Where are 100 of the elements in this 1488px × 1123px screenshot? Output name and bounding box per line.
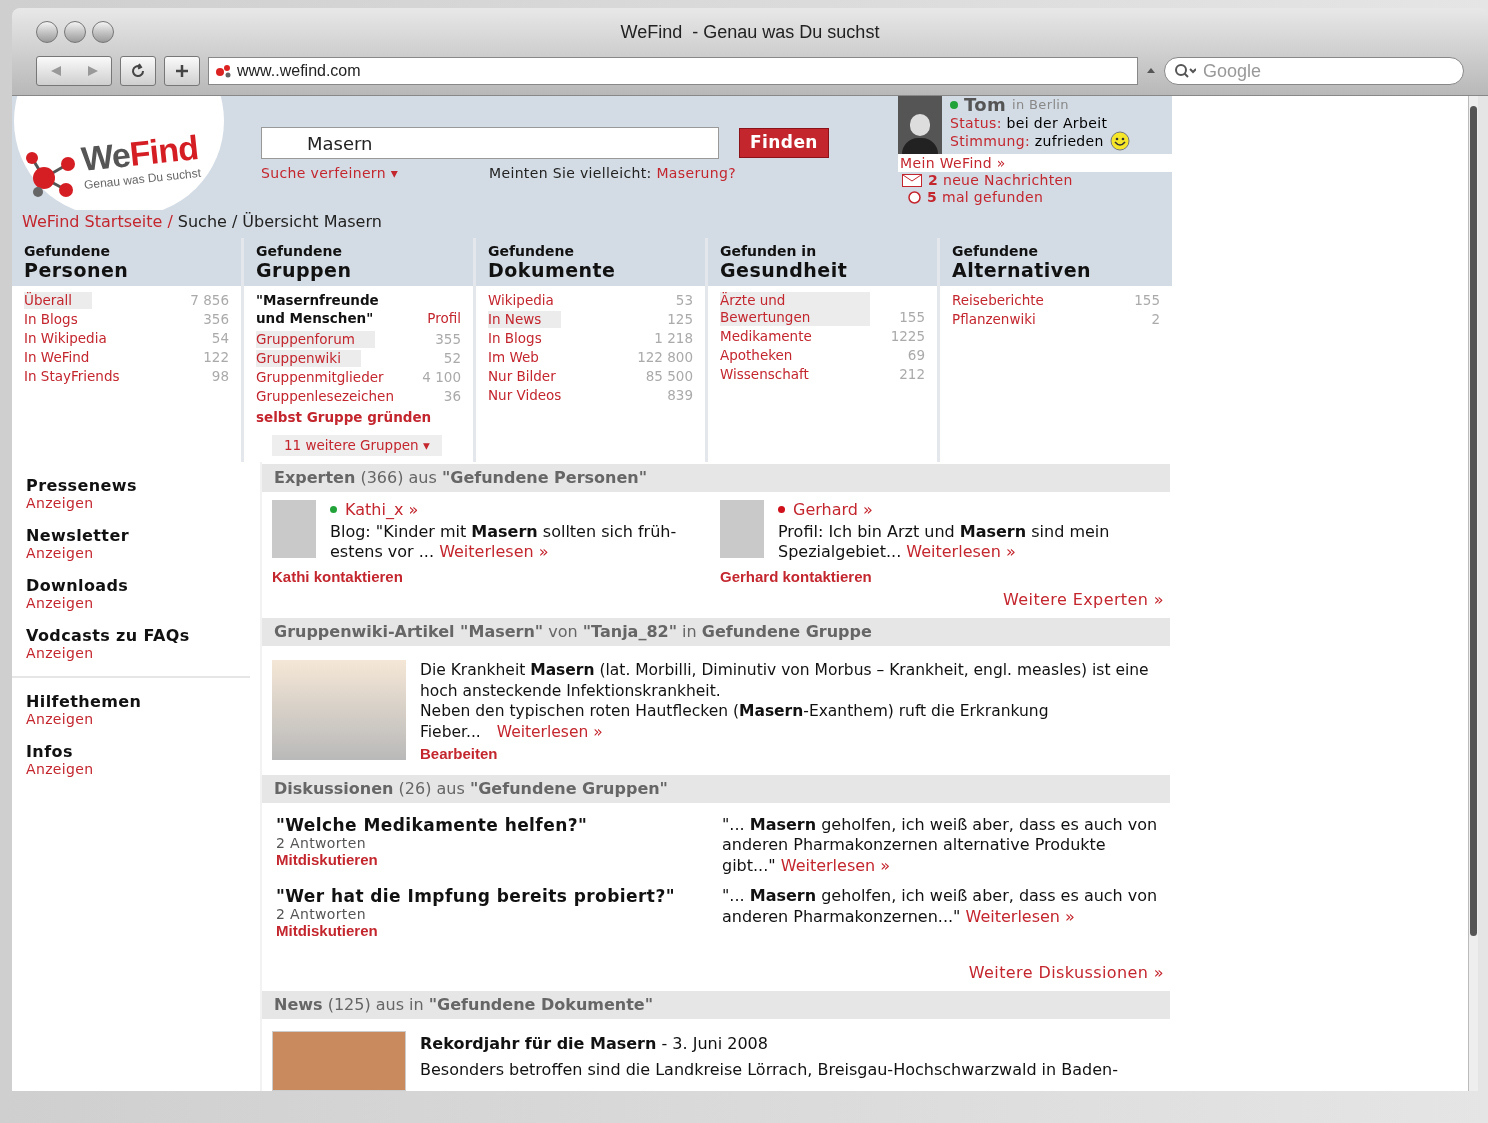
search-field[interactable]: Google [1164,57,1464,85]
found-link[interactable]: 5 mal gefunden [927,189,1044,206]
profile-link[interactable]: Profil [427,309,461,327]
window-control-icon[interactable] [92,21,114,43]
breadcrumb-separator: / [167,211,173,233]
back-forward-button[interactable] [36,56,112,86]
category-link[interactable]: Nur Videos [488,387,562,404]
result-count: 125 [667,311,693,328]
window-control-icon[interactable] [36,21,58,43]
address-field[interactable]: www..wefind.com [208,57,1138,85]
category-link[interactable]: Wissenschaft [720,366,809,383]
category-link[interactable]: In News [488,311,562,328]
smiley-icon [1109,131,1130,151]
discuss-link[interactable]: Mitdiskutieren [276,850,722,868]
result-count: 155 [899,309,925,326]
category-link[interactable]: In Blogs [488,330,542,347]
category-link[interactable]: In StayFriends [24,368,120,385]
category-link[interactable]: Gruppenlesezeichen [256,388,394,405]
contact-link[interactable]: Gerhard kontaktieren [720,565,1158,588]
group-title[interactable]: "Masernfreunde und Menschen" [256,291,406,327]
category-link[interactable]: Medikamente [720,328,812,345]
user-location: in Berlin [1012,97,1069,113]
messages-link[interactable]: 2 neue Nachrichten [928,172,1073,189]
breadcrumb-item[interactable]: WeFind Startseite [22,210,163,234]
forward-icon [85,64,100,78]
category-link[interactable]: Im Web [488,349,539,366]
plus-icon [174,63,190,79]
discussion-excerpt: "... Masern geholfen, ich weiß aber, dass es auch von anderen Pharmakonzernen alternative Produkte gibt..." Weiterlesen » [722,814,1159,876]
section-header: News (125) aus in "Gefundene Dokumente" [262,991,1170,1019]
contact-link[interactable]: Kathi kontaktieren [272,565,710,588]
sidebar-link[interactable]: Anzeigen [26,544,250,562]
column-header: Gefunden in Gesundheit [708,238,937,286]
breadcrumb-item: Übersicht Masern [242,211,382,233]
discussion-title[interactable]: "Welche Medikamente helfen?" [276,814,722,835]
circle-icon [908,191,921,204]
category-link[interactable]: Apotheken [720,347,793,364]
category-link[interactable]: Nur Bilder [488,368,556,385]
read-more-link[interactable]: Weiterlesen » [965,906,1075,926]
reload-button[interactable] [120,56,156,86]
read-more-link[interactable]: Weiterlesen » [780,855,891,875]
sidebar-title: Downloads [26,575,130,595]
logo[interactable]: We Find Genau was Du suchst [14,96,224,210]
category-link[interactable]: In Blogs [24,311,78,328]
column-header: Gefundene Personen [12,238,241,286]
edit-link[interactable]: Bearbeiten [420,744,1170,765]
sidebar-link[interactable]: Anzeigen [26,494,250,512]
news-title[interactable]: Rekordjahr für die Masern [420,1034,657,1053]
read-more-link[interactable]: Weiterlesen » [906,541,1016,561]
expert-name-link[interactable]: Gerhard » [793,499,873,520]
more-experts-link[interactable]: Weitere Experten » [1003,590,1164,609]
result-count: 7 856 [190,292,229,309]
category-link[interactable]: In Wikipedia [24,330,107,347]
category-link[interactable]: Gruppenwiki [256,350,361,367]
discussion-title[interactable]: "Wer hat die Impfung bereits probiert?" [276,886,722,906]
expert-text: Profil: Ich bin Arzt und Masern sind mein Spezialgebiet... Weiterlesen » [778,521,1111,562]
category-link[interactable]: Überall [24,292,93,309]
result-count: 53 [675,292,693,309]
category-link[interactable]: Pflanzenwiki [952,311,1036,328]
news-text: Besonders betroffen sind die Landkreise Lörrach, Breisgau-Hochschwarzwald in Baden- [420,1059,1118,1081]
section-header: Diskussionen (26) aus "Gefundene Gruppen" [262,774,1170,803]
category-link[interactable]: Reiseberichte [952,292,1044,309]
sidebar-title: Pressenews [26,475,138,495]
sidebar-title: Infos [26,741,74,761]
refine-search-link[interactable]: Suche verfeinern ▾ [261,163,489,184]
answer-count: 2 Antworten [276,834,367,851]
new-tab-button[interactable] [164,56,200,86]
read-more-link[interactable]: Weiterlesen » [496,722,603,741]
category-link[interactable]: Wikipedia [488,292,554,309]
column-header: Gefundene Gruppen [244,238,473,286]
result-count: 155 [1134,292,1160,309]
user-name[interactable]: Tom [964,97,1007,113]
sidebar-link[interactable]: Anzeigen [26,760,250,778]
window-title: WeFind - Genau was Du suchst [620,20,880,44]
create-group-link[interactable]: selbst Gruppe gründen [256,407,461,428]
envelope-icon [902,174,922,187]
sidebar-link[interactable]: Anzeigen [26,644,250,662]
category-link[interactable]: In WeFind [24,349,90,366]
result-count: 4 100 [422,369,461,386]
dropdown-icon[interactable] [1146,66,1156,76]
expert-name-link[interactable]: Kathi_x » [345,499,419,520]
read-more-link[interactable]: Weiterlesen » [439,541,549,561]
category-link[interactable]: Gruppenforum [256,331,375,348]
result-count: 52 [443,350,461,367]
more-groups-dropdown[interactable]: 11 weitere Gruppen ▾ [272,435,442,456]
favicon-icon [215,63,233,79]
category-link[interactable]: Ärzte und Bewertungen [720,292,870,326]
scrollbar[interactable] [1468,96,1478,1091]
expert-text: Blog: "Kinder mit Masern sollten sich früh-estens vor ... Weiterlesen » [330,521,678,562]
more-discussions-link[interactable]: Weitere Diskussionen » [968,963,1164,982]
user-status: Status: bei der Arbeit [950,115,1109,131]
discuss-link[interactable]: Mitdiskutieren [276,922,722,939]
my-wefind-link[interactable]: Mein WeFind » [898,154,1172,172]
window-control-icon[interactable] [64,21,86,43]
category-link[interactable]: Gruppenmitglieder [256,369,384,386]
sidebar-link[interactable]: Anzeigen [26,594,250,612]
answer-count: 2 Antworten [276,906,367,922]
sidebar-link[interactable]: Anzeigen [26,710,250,728]
find-button[interactable]: Finden [739,128,829,158]
user-mood: Stimmung: zufrieden [950,133,1104,149]
search-input[interactable]: Masern [261,127,719,159]
